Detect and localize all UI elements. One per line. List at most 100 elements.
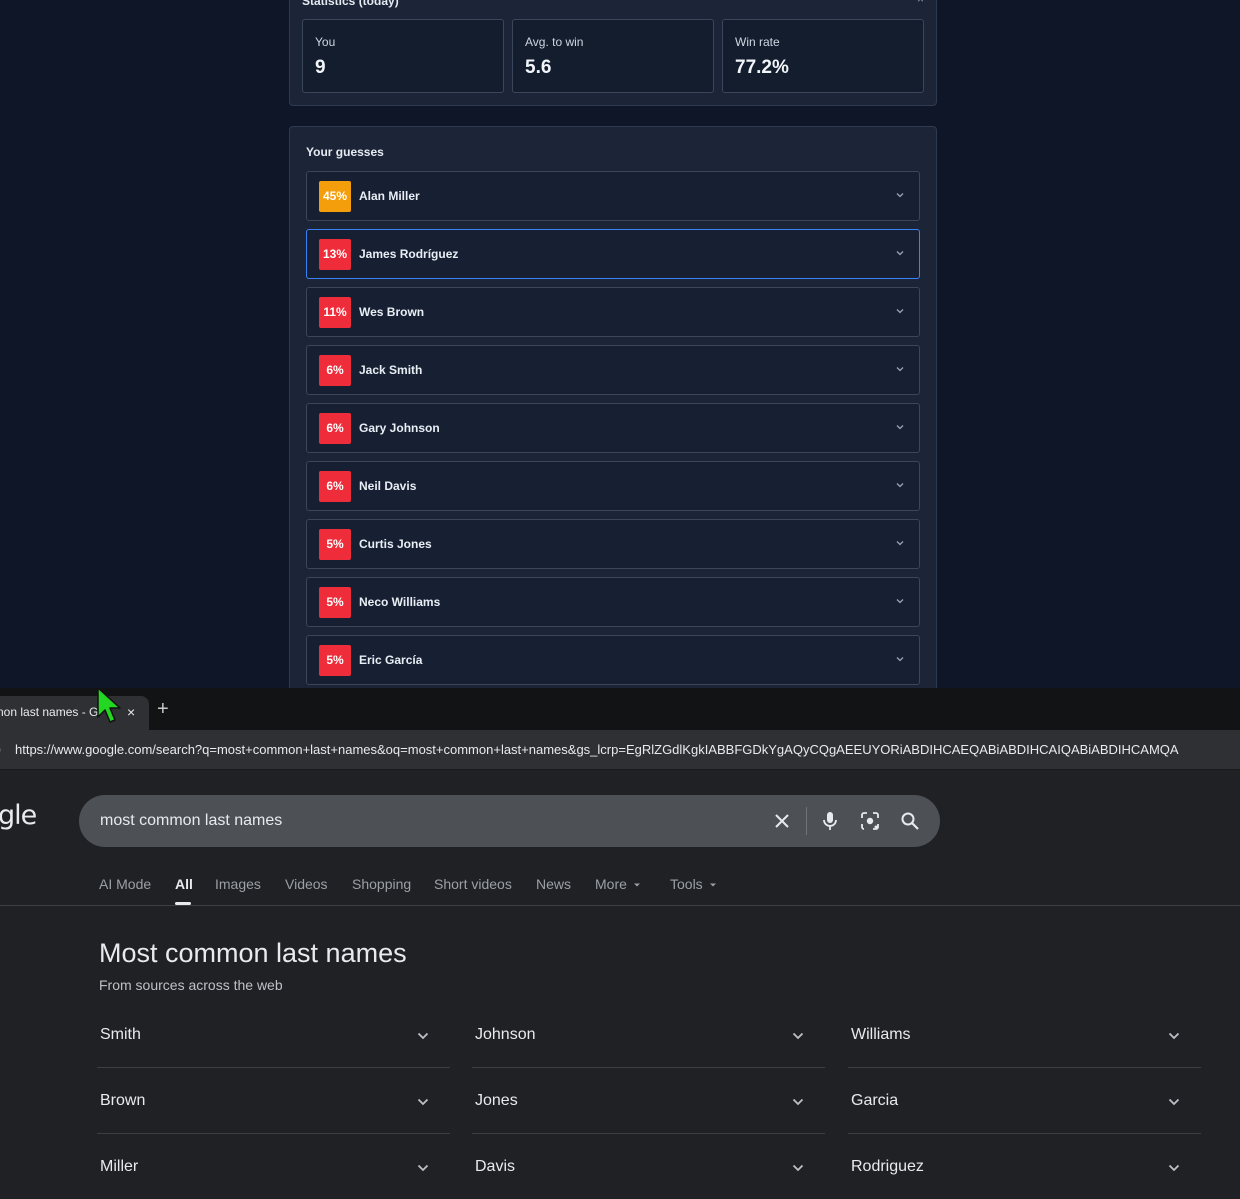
browser-tab[interactable]: non last names - G ×: [0, 696, 149, 730]
name-item-johnson[interactable]: Johnson: [472, 1002, 825, 1068]
stat-value: 77.2%: [735, 57, 789, 78]
chevron-down-icon[interactable]: [416, 1029, 430, 1043]
similarity-badge: 11%: [319, 297, 351, 328]
guess-name: Eric García: [359, 653, 423, 667]
statistics-panel: Statistics (today) × You 9 Avg. to win 5…: [289, 0, 937, 106]
guess-name: James Rodríguez: [359, 247, 459, 261]
address-bar[interactable]: ) https://www.google.com/search?q=most+c…: [0, 730, 1240, 770]
guess-row[interactable]: 5% Neco Williams: [306, 577, 920, 627]
tab-label: Short videos: [434, 876, 512, 892]
tab-label: Images: [215, 876, 261, 892]
chevron-down-icon[interactable]: [895, 654, 905, 664]
guess-row[interactable]: 13% James Rodríguez: [306, 229, 920, 279]
similarity-badge: 5%: [319, 645, 351, 676]
name-label: Rodriguez: [851, 1158, 924, 1175]
guess-row[interactable]: 6% Gary Johnson: [306, 403, 920, 453]
similarity-badge: 6%: [319, 471, 351, 502]
tab-tools[interactable]: Tools: [670, 876, 717, 892]
url-text[interactable]: https://www.google.com/search?q=most+com…: [15, 742, 1179, 757]
chevron-down-icon[interactable]: [895, 596, 905, 606]
tab-videos[interactable]: Videos: [285, 876, 328, 892]
guesses-title: Your guesses: [306, 145, 384, 159]
guess-row[interactable]: 5% Eric García: [306, 635, 920, 685]
name-label: Garcia: [851, 1092, 899, 1109]
guess-name: Jack Smith: [359, 363, 423, 377]
chevron-down-icon[interactable]: [895, 480, 905, 490]
similarity-badge: 6%: [319, 413, 351, 444]
chevron-down-icon[interactable]: [895, 306, 905, 316]
chevron-down-icon[interactable]: [895, 190, 905, 200]
tab-label: News: [536, 876, 572, 892]
similarity-badge: 13%: [319, 239, 351, 270]
microphone-icon[interactable]: [818, 809, 842, 833]
chevron-down-icon[interactable]: [1167, 1095, 1181, 1109]
guess-row[interactable]: 11% Wes Brown: [306, 287, 920, 337]
similarity-badge: 5%: [319, 587, 351, 618]
caret-down-icon: [709, 883, 716, 887]
lens-camera-icon[interactable]: [858, 809, 882, 833]
close-icon[interactable]: ×: [917, 0, 924, 6]
guess-name: Curtis Jones: [359, 537, 432, 551]
stat-card-you: You 9: [302, 19, 504, 93]
browser-window: non last names - G × + ) https://www.goo…: [0, 688, 1240, 1199]
tab-more[interactable]: More: [595, 876, 641, 892]
result-title: Most common last names: [99, 938, 407, 968]
chevron-down-icon[interactable]: [416, 1095, 430, 1109]
guess-row[interactable]: 6% Neil Davis: [306, 461, 920, 511]
guess-name: Alan Miller: [359, 189, 420, 203]
site-info-icon[interactable]: ): [0, 742, 1, 756]
tab-images[interactable]: Images: [215, 876, 261, 892]
tab-label: Tools: [670, 876, 703, 892]
tab-bar: non last names - G × +: [0, 688, 1240, 730]
guess-row[interactable]: 6% Jack Smith: [306, 345, 920, 395]
stat-value: 9: [315, 57, 326, 78]
search-icon[interactable]: [898, 809, 922, 833]
name-item-garcia[interactable]: Garcia: [848, 1068, 1201, 1134]
name-item-jones[interactable]: Jones: [472, 1068, 825, 1134]
guesses-panel: Your guesses 45% Alan Miller 13% James Rodr…: [289, 126, 937, 688]
name-item-davis[interactable]: Davis: [472, 1134, 825, 1199]
chevron-down-icon[interactable]: [791, 1095, 805, 1109]
chevron-down-icon[interactable]: [1167, 1029, 1181, 1043]
stat-label: You: [315, 35, 336, 49]
name-item-smith[interactable]: Smith: [97, 1002, 450, 1068]
tab-short-videos[interactable]: Short videos: [434, 876, 512, 892]
chevron-down-icon[interactable]: [895, 248, 905, 258]
game-page: Statistics (today) × You 9 Avg. to win 5…: [0, 0, 1240, 688]
tab-ai-mode[interactable]: AI Mode: [99, 876, 151, 892]
chevron-down-icon[interactable]: [791, 1029, 805, 1043]
similarity-badge: 45%: [319, 181, 351, 212]
tab-all[interactable]: All: [175, 876, 193, 892]
chevron-down-icon[interactable]: [791, 1161, 805, 1175]
name-label: Brown: [100, 1092, 146, 1109]
name-item-brown[interactable]: Brown: [97, 1068, 450, 1134]
guess-row[interactable]: 5% Curtis Jones: [306, 519, 920, 569]
close-tab-icon[interactable]: ×: [127, 704, 135, 720]
guess-row[interactable]: 45% Alan Miller: [306, 171, 920, 221]
chevron-down-icon[interactable]: [895, 538, 905, 548]
tab-label: More: [595, 876, 627, 892]
clear-icon[interactable]: [770, 809, 794, 833]
tab-shopping[interactable]: Shopping: [352, 876, 411, 892]
name-item-williams[interactable]: Williams: [848, 1002, 1201, 1068]
search-box[interactable]: most common last names: [79, 795, 940, 847]
new-tab-icon[interactable]: +: [157, 698, 169, 721]
similarity-badge: 5%: [319, 529, 351, 560]
caret-down-icon: [633, 883, 640, 887]
chevron-down-icon[interactable]: [1167, 1161, 1181, 1175]
stat-value: 5.6: [525, 57, 552, 78]
tab-label: AI Mode: [99, 876, 152, 892]
search-input[interactable]: most common last names: [100, 812, 282, 830]
name-item-rodriguez[interactable]: Rodriguez: [848, 1134, 1201, 1199]
guess-name: Neco Williams: [359, 595, 441, 609]
similarity-badge: 6%: [319, 355, 351, 386]
tab-news[interactable]: News: [536, 876, 571, 892]
google-logo[interactable]: gle: [0, 800, 37, 831]
name-label: Davis: [475, 1158, 516, 1175]
name-item-miller[interactable]: Miller: [97, 1134, 450, 1199]
nav-divider: [0, 905, 1240, 906]
chevron-down-icon[interactable]: [895, 364, 905, 374]
chevron-down-icon[interactable]: [895, 422, 905, 432]
search-divider: [806, 807, 807, 835]
chevron-down-icon[interactable]: [416, 1161, 430, 1175]
